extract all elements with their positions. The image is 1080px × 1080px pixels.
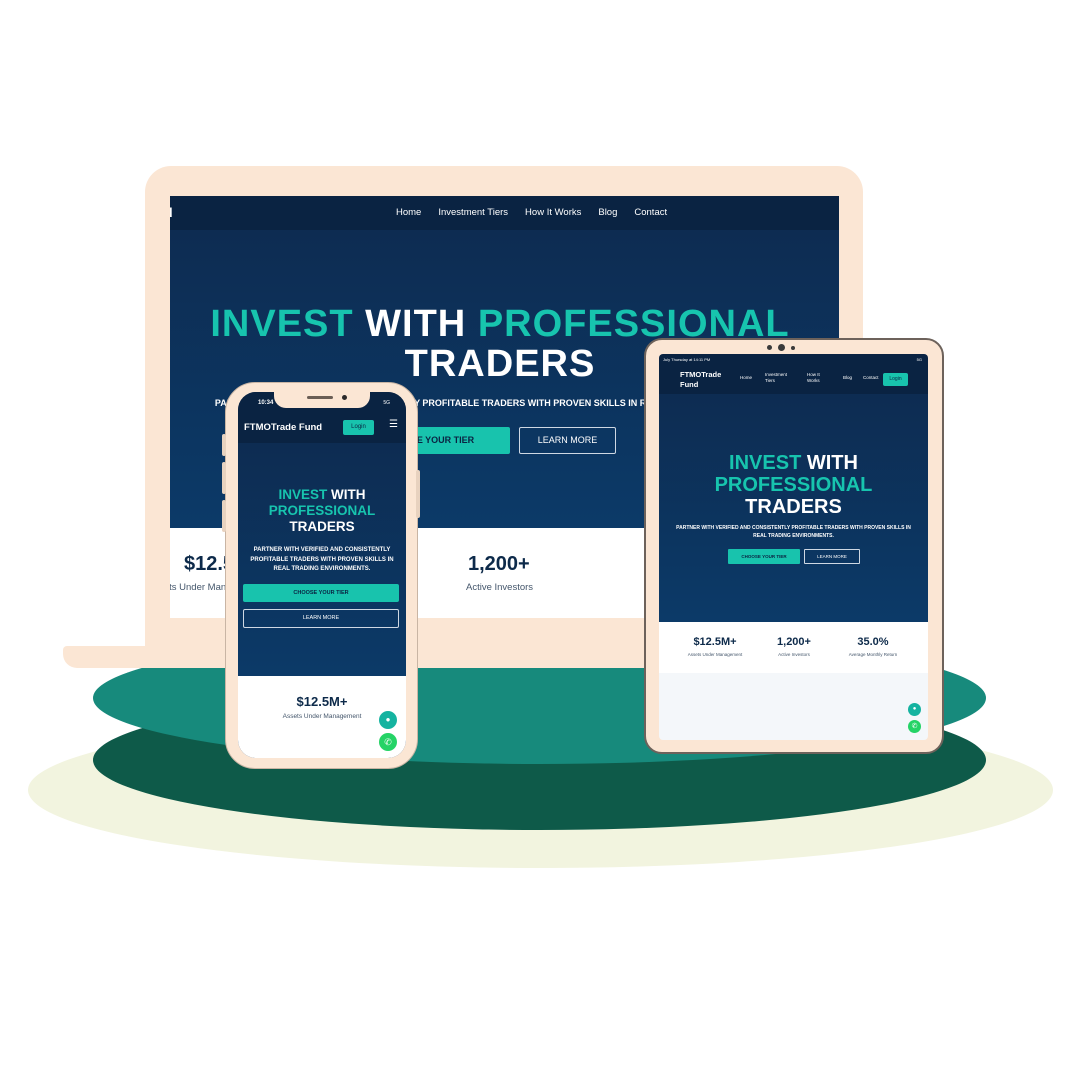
stat-label: Average Monthly Return (848, 652, 898, 657)
status-time: July Thursday at 14:11 PM (663, 357, 711, 362)
phone-screen: 10:34 5G FTMOTrade Fund Login ☰ INVEST W… (238, 392, 406, 758)
hero-section: INVEST WITH PROFESSIONAL TRADERS PARTNER… (659, 394, 928, 622)
hamburger-menu-icon[interactable]: ☰ (389, 419, 398, 430)
status-signal: 5G (916, 357, 922, 362)
hero-subtitle: PARTNER WITH VERIFIED AND CONSISTENTLY P… (676, 525, 911, 539)
nav-menu: Home Investment Tiers How It Works Blog … (396, 207, 667, 218)
hero-title-word: INVEST (278, 487, 328, 502)
hero-title: INVEST WITH PROFESSIONAL TRADERS (238, 487, 406, 535)
stat-label: Assets Under Management (687, 652, 743, 657)
navbar: FTMOTrade Fund Login ☰ (238, 410, 406, 443)
hero-title-word: TRADERS (745, 496, 842, 518)
login-button[interactable]: Login (883, 373, 908, 386)
brand-logo-text[interactable]: FTMOTrade Fund (244, 422, 322, 433)
login-button[interactable]: Login (343, 420, 374, 435)
hero-title-word: PROFESSIONAL (268, 503, 376, 518)
hero-title-word: WITH (365, 303, 467, 345)
tablet-sensor (767, 345, 772, 350)
hero-title-word: TRADERS (289, 519, 355, 534)
nav-item-investment-tiers[interactable]: Investment Tiers (438, 207, 508, 218)
tablet-camera (778, 344, 785, 351)
stat-value: 1,200+ (468, 553, 530, 575)
learn-more-button[interactable]: LEARN MORE (243, 609, 399, 628)
navbar: e Fund Home Investment Tiers How It Work… (170, 196, 839, 230)
nav-item-blog[interactable]: Blog (598, 207, 617, 218)
hero-title-word: INVEST (729, 452, 802, 474)
tablet-sensor (791, 346, 795, 350)
status-bar: July Thursday at 14:11 PM 5G (659, 354, 928, 366)
speaker-grille (307, 396, 333, 399)
stats-section: $12.5M+ Assets Under Management ● ✆ (238, 676, 406, 758)
learn-more-button[interactable]: LEARN MORE (804, 549, 860, 564)
navbar: FTMOTrade Fund Home Investment Tiers How… (659, 366, 928, 394)
hero-subtitle: PARTNER WITH VERIFIED AND CONSISTENTLY P… (250, 547, 394, 572)
hero-title-word: WITH (806, 452, 858, 474)
stat-value: 35.0% (857, 636, 889, 648)
chat-icon[interactable]: ● (379, 711, 397, 729)
hero-title-word: INVEST (210, 303, 354, 345)
phone-side-button (222, 500, 226, 532)
nav-item-contact[interactable]: Contact (863, 375, 879, 381)
nav-item-blog[interactable]: Blog (843, 375, 852, 381)
stat-label: Active Investors (466, 582, 534, 593)
nav-item-investment-tiers[interactable]: Investment Tiers (765, 372, 795, 384)
stats-section: $12.5M+ Assets Under Management 1,200+ A… (659, 622, 928, 673)
nav-item-home[interactable]: Home (740, 375, 752, 381)
brand-logo-text[interactable]: e Fund (170, 205, 330, 220)
phone-notch (274, 392, 370, 408)
nav-item-how-it-works[interactable]: How It Works (807, 372, 831, 384)
phone-side-button (222, 434, 226, 456)
whatsapp-icon[interactable]: ✆ (379, 733, 397, 751)
stat-label: Active Investors (778, 652, 810, 657)
choose-tier-button[interactable]: CHOOSE YOUR TIER (728, 549, 800, 564)
chat-icon[interactable]: ● (908, 703, 921, 716)
whatsapp-icon[interactable]: ✆ (908, 720, 921, 733)
front-camera (342, 395, 347, 400)
phone-side-button (416, 470, 420, 518)
tablet-screen: July Thursday at 14:11 PM 5G FTMOTrade F… (659, 354, 928, 740)
status-signal: 5G (383, 400, 390, 406)
status-time: 10:34 (258, 400, 274, 406)
hero-title: INVEST WITH PROFESSIONAL TRADERS (659, 452, 928, 518)
stat-value: 1,200+ (777, 636, 811, 648)
choose-tier-button[interactable]: CHOOSE YOUR TIER (243, 584, 399, 602)
phone-side-button (222, 462, 226, 494)
nav-item-how-it-works[interactable]: How It Works (525, 207, 581, 218)
nav-item-contact[interactable]: Contact (634, 207, 667, 218)
hero-title-word: TRADERS (404, 343, 596, 385)
stat-value: $12.5M+ (296, 694, 348, 709)
brand-logo-text[interactable]: FTMOTrade Fund (680, 370, 740, 390)
hero-title-word: WITH (331, 487, 366, 502)
learn-more-button[interactable]: LEARN MORE (519, 427, 616, 454)
hero-section: INVEST WITH PROFESSIONAL TRADERS PARTNER… (238, 443, 406, 676)
hero-title-word: PROFESSIONAL (714, 474, 873, 496)
nav-item-home[interactable]: Home (396, 207, 421, 218)
stat-value: $12.5M+ (693, 636, 737, 648)
